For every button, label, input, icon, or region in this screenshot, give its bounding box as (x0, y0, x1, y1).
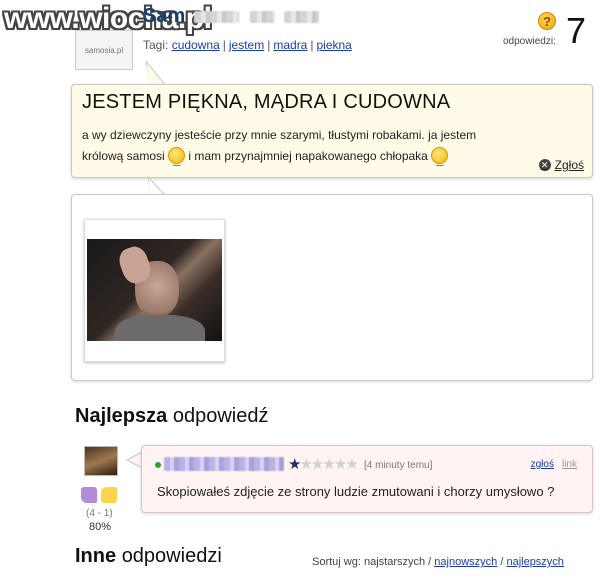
other-answers-heading: Inne odpowiedzi (75, 545, 222, 568)
blurred-name (284, 11, 319, 23)
smile-smiley-icon (431, 147, 449, 172)
thumbs-down-icon[interactable] (101, 487, 117, 503)
sort-oldest[interactable]: najstarszych (364, 556, 425, 568)
avatar-label: samosia.pl (84, 45, 124, 55)
question-body-line1: a wy dziewczyny jesteście przy mnie szar… (82, 128, 477, 142)
question-photo[interactable] (87, 239, 222, 341)
vote-buttons (81, 487, 117, 503)
best-answer-box: ★★★★★★ [4 minuty temu] zgłoś link Skopio… (141, 445, 593, 513)
star-filled-icon: ★ (288, 456, 302, 473)
answerer-avatar[interactable] (84, 446, 118, 476)
star-empty-icon: ★ (310, 456, 325, 473)
answer-text: Skopiowałeś zdjęcie ze strony ludzie zmu… (157, 484, 555, 499)
best-heading-rest: odpowiedź (172, 405, 269, 427)
kiss-smiley-icon (168, 147, 186, 172)
report-label: Zgłoś (554, 158, 584, 172)
others-heading-bold: Inne (75, 545, 117, 567)
question-mark-icon: ? (538, 12, 556, 30)
close-icon: ✕ (538, 159, 551, 171)
answer-time: [4 minuty temu] (364, 460, 433, 471)
thumbs-up-icon[interactable] (81, 487, 97, 503)
answer-actions: zgłoś link (531, 459, 577, 470)
tag-separator: | (310, 38, 314, 52)
tag-separator: | (267, 38, 271, 52)
photo-frame[interactable] (84, 219, 225, 362)
bubble-pointer (145, 60, 166, 86)
best-answer-heading: Najlepsza odpowiedź (75, 405, 268, 428)
star-empty-icon: ★ (299, 456, 313, 473)
photo-shirt (115, 315, 205, 341)
star-empty-icon: ★ (322, 456, 336, 473)
tag-link[interactable]: jestem (229, 38, 264, 52)
tags-label: Tagi: (143, 38, 169, 52)
question-box: JESTEM PIĘKNA, MĄDRA I CUDOWNA a wy dzie… (71, 84, 593, 178)
permalink[interactable]: link (562, 459, 577, 470)
tag-separator: | (222, 38, 226, 52)
blurred-name (194, 11, 239, 23)
question-body: a wy dziewczyny jesteście przy mnie szar… (82, 125, 572, 172)
blurred-name (250, 11, 275, 23)
question-body-line2b: i mam przynajmniej napakowanego chłopaka (188, 149, 428, 163)
sort-newest-link[interactable]: najnowszych (434, 556, 497, 568)
answers-count: 7 (566, 10, 587, 51)
sort-options: Sortuj wg: najstarszych / najnowszych / … (312, 556, 564, 568)
online-status-icon (155, 462, 161, 468)
vote-count: (4 - 1) (86, 508, 113, 519)
sort-label: Sortuj wg: (312, 556, 361, 568)
question-body-line2a: królową samosi (82, 149, 165, 163)
others-heading-rest: odpowiedzi (121, 545, 222, 567)
star-empty-icon: ★ (345, 456, 359, 473)
report-button[interactable]: ✕ Zgłoś (538, 158, 584, 172)
report-answer-link[interactable]: zgłoś (531, 459, 554, 470)
image-box (71, 194, 593, 381)
author-name[interactable]: Sam (143, 5, 185, 28)
question-title: JESTEM PIĘKNA, MĄDRA I CUDOWNA (82, 91, 451, 113)
sort-best-link[interactable]: najlepszych (506, 556, 563, 568)
answers-label: odpowiedzi: (503, 36, 556, 47)
tag-link[interactable]: piekna (316, 38, 351, 52)
tag-link[interactable]: madra (273, 38, 307, 52)
author-avatar[interactable]: samosia.pl (75, 30, 133, 70)
vote-percent: 80% (89, 521, 112, 533)
tag-link[interactable]: cudowna (172, 38, 220, 52)
blurred-answerer-name (164, 457, 284, 471)
bubble-pointer (147, 176, 166, 196)
best-heading-bold: Najlepsza (75, 405, 168, 427)
rating-stars: ★★★★★★ (288, 455, 359, 473)
tag-list: Tagi: cudowna | jestem | madra | piekna (143, 38, 352, 52)
star-empty-icon: ★ (333, 456, 348, 473)
